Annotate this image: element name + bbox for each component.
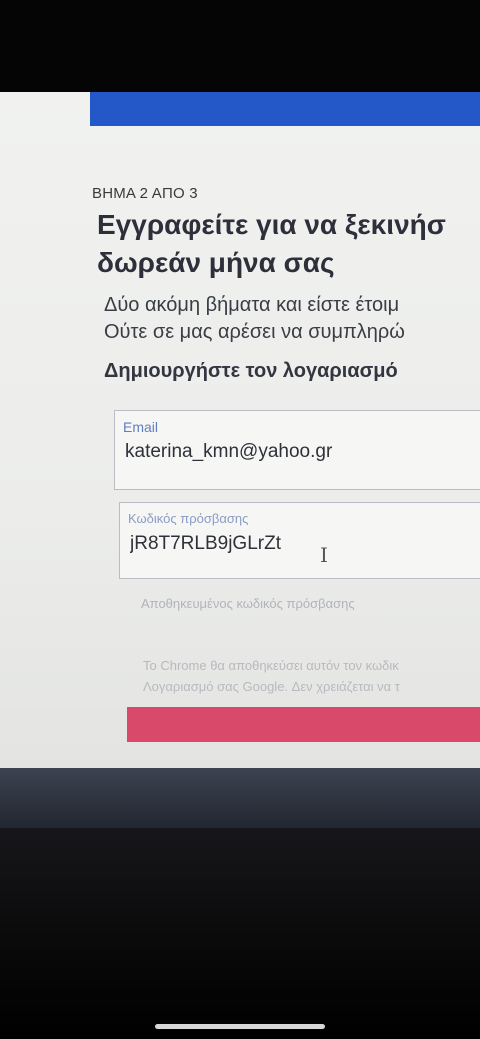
subtext-line-2: Ούτε σε μας αρέσει να συμπληρώ xyxy=(104,321,405,343)
password-field[interactable]: Κωδικός πρόσβασης xyxy=(119,502,480,579)
phone-photo: ΒΗΜΑ 2 ΑΠΟ 3 Εγγραφείτε για να ξεκινήσ δ… xyxy=(0,0,480,1039)
email-input[interactable] xyxy=(125,441,465,463)
chrome-note-line-2: Λογαριασμό σας Google. Δεν χρειάζεται να… xyxy=(143,679,400,694)
chrome-save-note: Το Chrome θα αποθηκεύσει αυτόν τον κωδικ… xyxy=(143,655,480,697)
page-title-line-1: Εγγραφείτε για να ξεκινήσ xyxy=(97,209,446,240)
subtext-line-1: Δύο ακόμη βήματα και είστε έτοιμ xyxy=(104,294,400,316)
continue-button[interactable] xyxy=(127,707,480,742)
home-indicator[interactable] xyxy=(155,1024,325,1029)
desk-background xyxy=(0,828,480,1039)
page-subtext: Δύο ακόμη βήματα και είστε έτοιμ Ούτε σε… xyxy=(104,292,480,346)
text-cursor-icon: I xyxy=(320,543,328,567)
email-field[interactable]: Email xyxy=(114,410,480,490)
password-input[interactable] xyxy=(130,533,470,555)
chrome-note-line-1: Το Chrome θα αποθηκεύσει αυτόν τον κωδικ xyxy=(143,658,399,673)
header-bar xyxy=(90,92,480,126)
page-title: Εγγραφείτε για να ξεκινήσ δωρεάν μήνα σα… xyxy=(97,206,480,282)
create-account-title: Δημιουργήστε τον λογαριασμό xyxy=(104,360,398,382)
email-label: Email xyxy=(123,419,159,435)
password-label: Κωδικός πρόσβασης xyxy=(128,511,249,526)
page-title-line-2: δωρεάν μήνα σας xyxy=(97,247,335,278)
saved-password-note: Αποθηκευμένος κωδικός πρόσβασης xyxy=(141,596,355,611)
step-indicator: ΒΗΜΑ 2 ΑΠΟ 3 xyxy=(92,185,198,202)
monitor-screen: ΒΗΜΑ 2 ΑΠΟ 3 Εγγραφείτε για να ξεκινήσ δ… xyxy=(0,92,480,782)
monitor-bezel xyxy=(0,768,480,828)
